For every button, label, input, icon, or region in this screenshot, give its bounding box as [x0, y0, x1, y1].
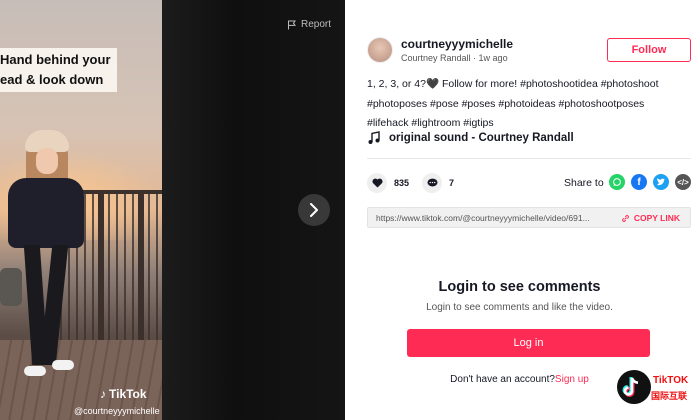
- railing-post: [138, 190, 144, 350]
- tiktok-logo-icon: ♪: [100, 387, 106, 401]
- share-label: Share to: [564, 177, 604, 189]
- facebook-glyph: f: [637, 176, 641, 188]
- music-link[interactable]: original sound - Courtney Randall: [367, 131, 574, 145]
- share-url[interactable]: https://www.tiktok.com/@courtneyyymichel…: [376, 213, 608, 223]
- embed-glyph: </>: [677, 177, 689, 187]
- heart-icon: [371, 178, 383, 188]
- comment-button[interactable]: [422, 173, 442, 193]
- video-caption: Hand behind your ead & look down: [0, 48, 117, 92]
- tiktok-note-icon: [622, 377, 639, 397]
- person-figure: [0, 130, 90, 420]
- like-count: 835: [394, 178, 410, 188]
- shoe-left: [24, 366, 46, 376]
- shoe-right: [52, 360, 74, 370]
- link-icon: [621, 214, 629, 222]
- face: [36, 148, 58, 174]
- railing-post: [98, 190, 104, 350]
- brand-logo-icon: [617, 370, 651, 404]
- comment-count: 7: [449, 178, 455, 188]
- caption-line-2: ead & look down: [0, 72, 104, 87]
- twitter-bird-glyph: [657, 177, 666, 185]
- comment-icon: [427, 178, 437, 187]
- brand-name: TikTOK: [653, 375, 689, 386]
- login-title: Login to see comments: [438, 279, 601, 295]
- watermark-logo-text: TikTok: [109, 387, 147, 401]
- next-video-button[interactable]: [298, 194, 330, 226]
- post-time: 1w ago: [478, 53, 508, 63]
- follow-button[interactable]: Follow: [607, 38, 691, 62]
- video-details-panel: courtneyyymichelle Courtney Randall · 1w…: [345, 0, 694, 420]
- flag-icon: [288, 20, 296, 29]
- embed-icon[interactable]: </>: [675, 174, 691, 190]
- video-frame[interactable]: Hand behind your ead & look down ♪ TikTo…: [0, 0, 162, 420]
- video-player[interactable]: Hand behind your ead & look down ♪ TikTo…: [0, 0, 345, 420]
- divider: [367, 158, 691, 159]
- post-description: 1, 2, 3, or 4?🖤 Follow for more! #photos…: [367, 78, 659, 129]
- whatsapp-glyph: [613, 178, 621, 187]
- like-action[interactable]: 835: [367, 173, 409, 193]
- author-username[interactable]: courtneyyymichelle: [401, 37, 513, 51]
- brand-watermark: TikTOK 国际互联: [615, 370, 694, 404]
- subline-separator: ·: [470, 53, 479, 63]
- report-button[interactable]: Report: [287, 19, 331, 30]
- watermark-username: @courtneyyymichelle: [74, 406, 160, 416]
- copy-link-button[interactable]: COPY LINK: [621, 213, 680, 223]
- sweater: [8, 178, 84, 248]
- comment-action[interactable]: 7: [422, 173, 454, 193]
- twitter-icon[interactable]: [653, 174, 669, 190]
- caption-line-1: Hand behind your: [0, 52, 111, 67]
- music-title: original sound - Courtney Randall: [389, 132, 574, 144]
- login-button[interactable]: Log in: [407, 329, 650, 357]
- copy-link-label: COPY LINK: [633, 213, 680, 223]
- brand-subtitle: 国际互联: [651, 391, 688, 401]
- music-note-icon: [368, 131, 380, 144]
- like-button[interactable]: [367, 173, 387, 193]
- login-subtitle: Login to see comments and like the video…: [426, 302, 613, 313]
- signup-link[interactable]: Sign up: [555, 374, 589, 385]
- report-label: Report: [301, 19, 332, 30]
- no-account-text: Don't have an account?: [450, 374, 555, 385]
- whatsapp-icon[interactable]: [609, 174, 625, 190]
- chevron-right-icon: [310, 203, 318, 217]
- avatar[interactable]: [367, 37, 393, 63]
- backpack: [0, 268, 22, 306]
- share-link-box[interactable]: https://www.tiktok.com/@courtneyyymichel…: [367, 207, 691, 228]
- facebook-icon[interactable]: f: [631, 174, 647, 190]
- author-display-name: Courtney Randall: [401, 53, 471, 63]
- author-subline: Courtney Randall · 1w ago: [401, 53, 508, 63]
- tiktok-watermark: ♪ TikTok: [100, 387, 147, 401]
